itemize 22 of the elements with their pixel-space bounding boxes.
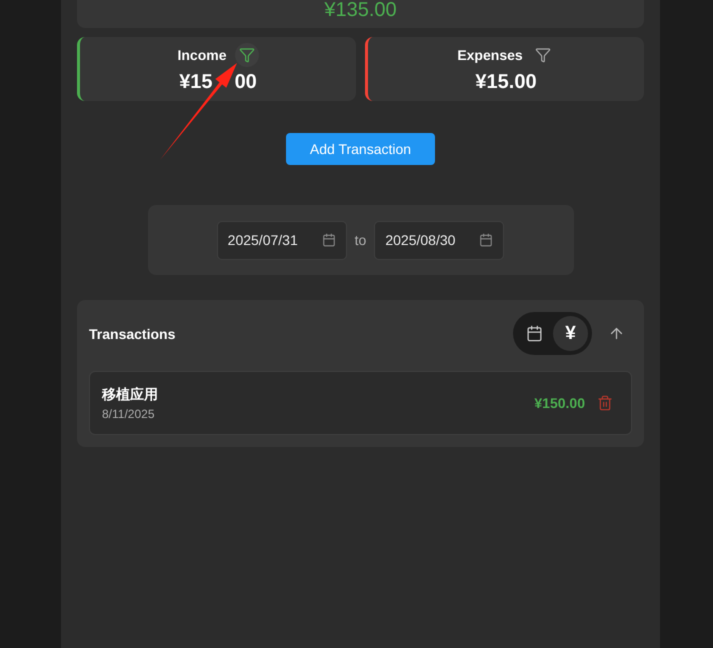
filter-icon [534, 47, 551, 63]
transactions-title: Transactions [89, 326, 176, 342]
summary-title: Income [177, 47, 226, 63]
summary-amount: 00 [234, 71, 257, 94]
calendar-icon[interactable] [322, 233, 336, 247]
transaction-item[interactable]: 移植应用 8/11/2025 ¥150.00 [89, 371, 632, 435]
transaction-date: 8/11/2025 [102, 406, 156, 420]
summary-title: Expenses [457, 47, 523, 63]
date-field[interactable]: 2025/08/30 [374, 220, 504, 260]
filter-button[interactable] [234, 43, 258, 67]
date-field[interactable]: 2025/07/31 [216, 220, 347, 260]
range-separator: to [354, 232, 366, 248]
trash-icon [597, 395, 613, 411]
transaction-amount: ¥150.00 [534, 395, 585, 411]
balance-amount: ¥135.00 [324, 0, 397, 21]
sort-by-amount-button[interactable]: ¥ [553, 316, 588, 351]
filter-icon [238, 47, 254, 63]
summary-amount: ¥15 [179, 71, 213, 94]
summary-amount: ¥15.00 [475, 71, 537, 94]
calendar-icon[interactable] [479, 233, 494, 247]
transaction-name: 移植应用 [102, 386, 158, 404]
calendar-icon [526, 325, 543, 342]
